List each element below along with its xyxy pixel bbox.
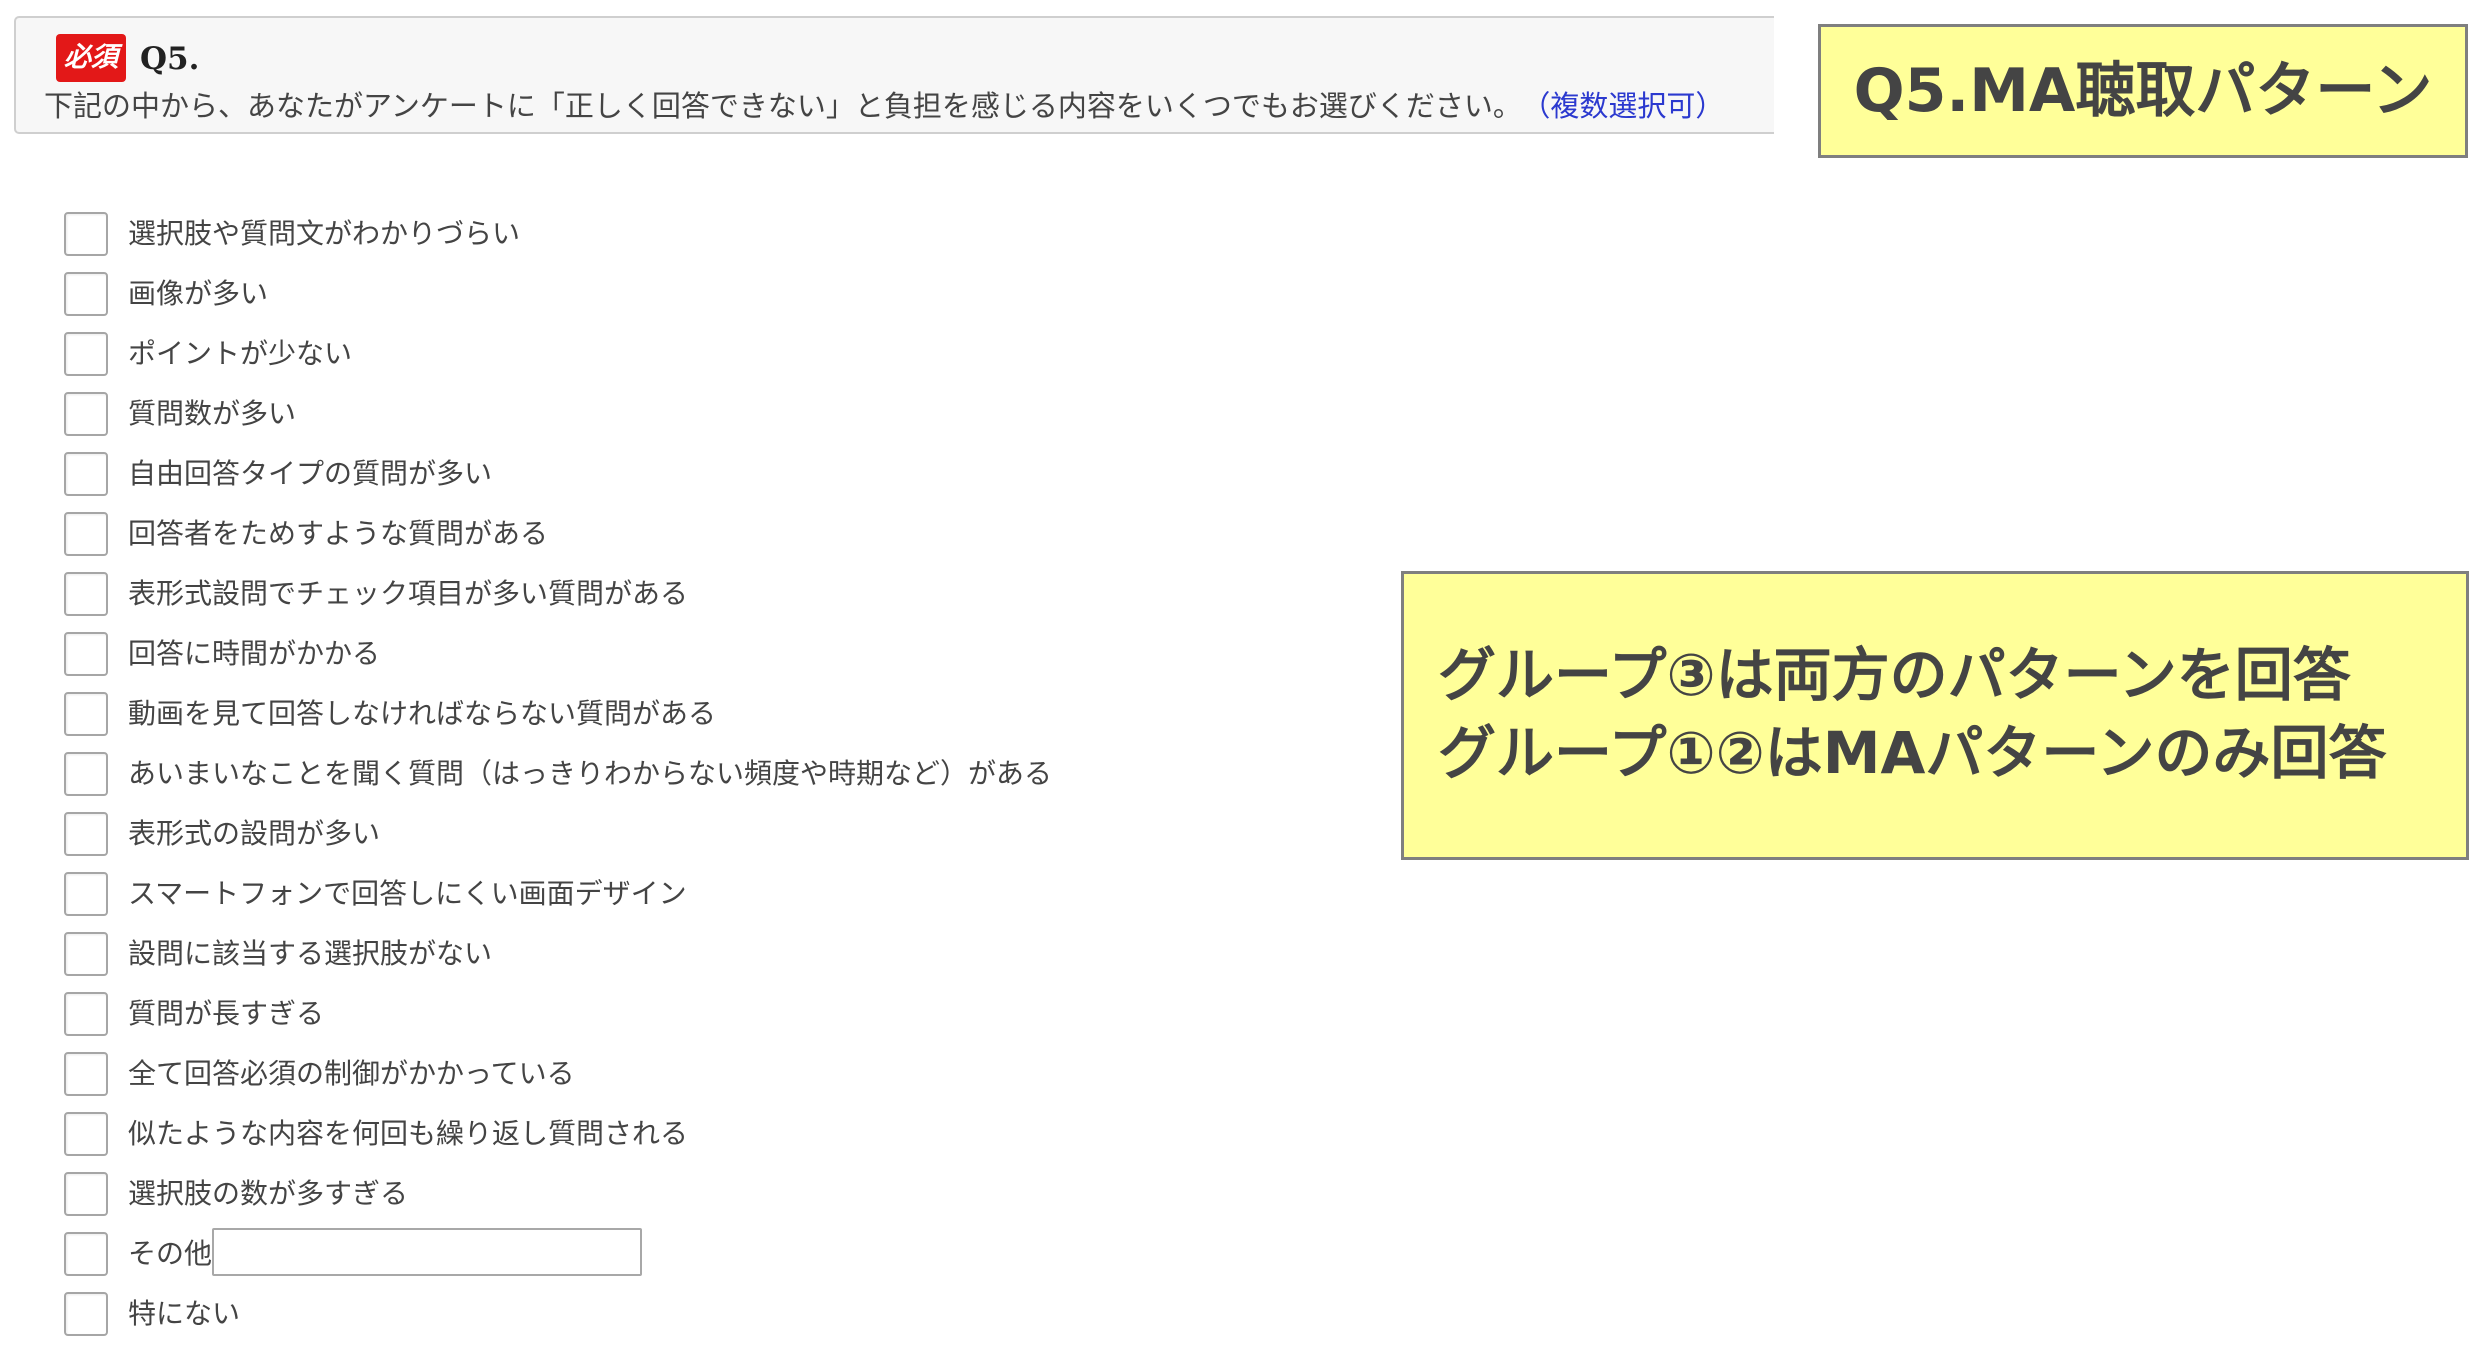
option-label[interactable]: 質問が長すぎる xyxy=(128,996,324,1032)
option-checkbox[interactable] xyxy=(64,452,108,496)
option-label[interactable]: 回答者をためすような質問がある xyxy=(128,516,548,552)
option-checkbox[interactable] xyxy=(64,392,108,436)
option-label[interactable]: 質問数が多い xyxy=(128,396,296,432)
option-label[interactable]: 自由回答タイプの質問が多い xyxy=(128,456,492,492)
question-text: 下記の中から、あなたがアンケートに「正しく回答できない」と負担を感じる内容をいく… xyxy=(44,89,1522,123)
option-label[interactable]: 表形式設問でチェック項目が多い質問がある xyxy=(128,576,688,612)
option-row[interactable]: 選択肢や質問文がわかりづらい xyxy=(64,206,1164,266)
pattern-title-callout: Q5.MA聴取パターン xyxy=(1818,24,2468,158)
option-row[interactable]: 表形式の設問が多い xyxy=(64,806,1164,866)
required-badge: 必須 xyxy=(56,34,126,82)
group-note-line-2: グループ①②はMAパターンのみ回答 xyxy=(1438,719,2387,787)
option-checkbox[interactable] xyxy=(64,752,108,796)
option-checkbox[interactable] xyxy=(64,872,108,916)
option-row[interactable]: 質問が長すぎる xyxy=(64,986,1164,1046)
option-label[interactable]: 回答に時間がかかる xyxy=(128,636,380,672)
option-label[interactable]: あいまいなことを聞く質問（はっきりわからない頻度や時期など）がある xyxy=(128,756,1052,792)
none-label[interactable]: 特にない xyxy=(128,1296,240,1332)
option-row[interactable]: 回答に時間がかかる xyxy=(64,626,1164,686)
group-note-callout: グループ③は両方のパターンを回答 グループ①②はMAパターンのみ回答 xyxy=(1401,571,2469,860)
option-checkbox[interactable] xyxy=(64,272,108,316)
option-label[interactable]: 選択肢の数が多すぎる xyxy=(128,1176,408,1212)
option-label[interactable]: 選択肢や質問文がわかりづらい xyxy=(128,216,520,252)
option-row[interactable]: あいまいなことを聞く質問（はっきりわからない頻度や時期など）がある xyxy=(64,746,1164,806)
option-row[interactable]: ポイントが少ない xyxy=(64,326,1164,386)
option-label[interactable]: 表形式の設問が多い xyxy=(128,816,380,852)
option-row[interactable]: 回答者をためすような質問がある xyxy=(64,506,1164,566)
other-text-input[interactable] xyxy=(212,1228,642,1276)
multi-select-note: （複数選択可） xyxy=(1535,89,1725,123)
option-row[interactable]: 動画を見て回答しなければならない質問がある xyxy=(64,686,1164,746)
option-checkbox[interactable] xyxy=(64,932,108,976)
question-text-row: 下記の中から、あなたがアンケートに「正しく回答できない」と負担を感じる内容をいく… xyxy=(44,86,1724,126)
option-row[interactable]: 設問に該当する選択肢がない xyxy=(64,926,1164,986)
option-row[interactable]: 表形式設問でチェック項目が多い質問がある xyxy=(64,566,1164,626)
option-row[interactable]: 似たような内容を何回も繰り返し質問される xyxy=(64,1106,1164,1166)
other-checkbox[interactable] xyxy=(64,1232,108,1276)
group-note-line-1: グループ③は両方のパターンを回答 xyxy=(1438,641,2351,709)
option-checkbox[interactable] xyxy=(64,692,108,736)
option-checkbox[interactable] xyxy=(64,1112,108,1156)
option-row[interactable]: 選択肢の数が多すぎる xyxy=(64,1166,1164,1226)
option-checkbox[interactable] xyxy=(64,332,108,376)
option-row[interactable]: 自由回答タイプの質問が多い xyxy=(64,446,1164,506)
option-row[interactable]: 質問数が多い xyxy=(64,386,1164,446)
question-header: 必須 Q5. 下記の中から、あなたがアンケートに「正しく回答できない」と負担を感… xyxy=(14,16,1774,134)
option-label[interactable]: 画像が多い xyxy=(128,276,268,312)
option-row[interactable]: 画像が多い xyxy=(64,266,1164,326)
option-checkbox[interactable] xyxy=(64,632,108,676)
option-checkbox[interactable] xyxy=(64,212,108,256)
option-label[interactable]: 似たような内容を何回も繰り返し質問される xyxy=(128,1116,688,1152)
option-checkbox[interactable] xyxy=(64,512,108,556)
option-label[interactable]: 全て回答必須の制御がかかっている xyxy=(128,1056,575,1092)
option-row-none[interactable]: 特にない xyxy=(64,1286,1164,1346)
option-checkbox[interactable] xyxy=(64,812,108,856)
question-number: Q5. xyxy=(140,41,200,77)
option-label[interactable]: ポイントが少ない xyxy=(128,336,352,372)
other-label[interactable]: その他 xyxy=(128,1236,212,1272)
option-checkbox[interactable] xyxy=(64,1172,108,1216)
option-label[interactable]: 設問に該当する選択肢がない xyxy=(128,936,492,972)
option-row-other[interactable]: その他 xyxy=(64,1226,1164,1286)
none-checkbox[interactable] xyxy=(64,1292,108,1336)
option-checkbox[interactable] xyxy=(64,992,108,1036)
option-row[interactable]: 全て回答必須の制御がかかっている xyxy=(64,1046,1164,1106)
option-row[interactable]: スマートフォンで回答しにくい画面デザイン xyxy=(64,866,1164,926)
option-checkbox[interactable] xyxy=(64,572,108,616)
option-label[interactable]: 動画を見て回答しなければならない質問がある xyxy=(128,696,716,732)
answer-options: 選択肢や質問文がわかりづらい 画像が多い ポイントが少ない 質問数が多い 自由回… xyxy=(64,206,1164,1346)
option-label[interactable]: スマートフォンで回答しにくい画面デザイン xyxy=(128,876,687,912)
option-checkbox[interactable] xyxy=(64,1052,108,1096)
